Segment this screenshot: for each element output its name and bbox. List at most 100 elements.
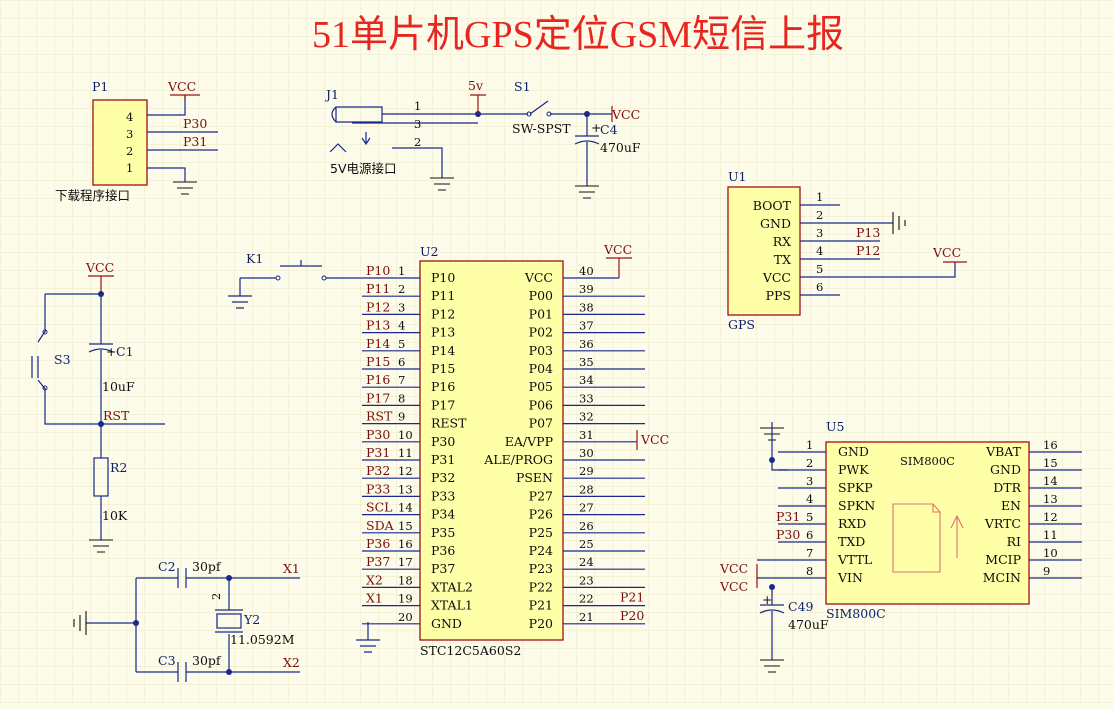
gsm-right-pin-number: 11 (1043, 528, 1058, 542)
mcu-vcc-label: VCC (603, 242, 632, 257)
schematic-title: 51单片机GPS定位GSM短信上报 (312, 14, 844, 56)
gps-pin-boot: BOOT (753, 198, 792, 213)
gsm-right-pin-name: RI (1007, 534, 1021, 549)
mcu-left-net: P36 (366, 536, 390, 551)
mcu-left-net: P10 (366, 263, 390, 278)
gps-ref: U1 (728, 169, 747, 184)
gsm-right-pin-number: 14 (1043, 474, 1058, 488)
mcu-left-net: P30 (366, 427, 390, 442)
mcu-right-pin-name: P22 (529, 579, 553, 594)
c1-value: 10uF (102, 379, 135, 394)
mcu-left-net: P37 (366, 554, 390, 569)
s1-ref: S1 (514, 79, 531, 94)
schematic-canvas: 51单片机GPS定位GSM短信上报 P1 4 3 2 1 VCC P30 P31… (0, 0, 1114, 704)
c3-value: 30pf (192, 653, 222, 668)
mcu-left-net: P31 (366, 445, 390, 460)
mcu-left-pin-number: 3 (398, 300, 405, 314)
mcu-left-pin-number: 11 (398, 446, 413, 460)
mcu-left-pin-name: P17 (431, 397, 455, 412)
v5-label: 5v (468, 78, 484, 93)
mcu-right-pin-name: P06 (529, 397, 553, 412)
mcu-right-pin-number: 30 (579, 446, 594, 460)
mcu-right-pin-name: P25 (529, 525, 553, 540)
s3-ref: S3 (54, 352, 71, 367)
gsm-ref: U5 (826, 419, 845, 434)
mcu-left-net: RST (366, 409, 393, 424)
mcu-left-pin-number: 2 (398, 282, 405, 296)
mcu-vcc31-label: VCC (640, 432, 669, 447)
power-vcc-label: VCC (611, 107, 640, 122)
gsm-left-pin-number: 5 (806, 510, 813, 524)
s1-type: SW-SPST (512, 121, 571, 136)
p1-ref: P1 (92, 79, 108, 94)
mcu-right-pin-number: 40 (579, 264, 594, 278)
mcu-right-pin-number: 39 (579, 282, 594, 296)
gsm-right-pin-number: 13 (1043, 492, 1058, 506)
gsm-left-pin-number: 7 (806, 546, 813, 560)
mcu-left-pin-number: 13 (398, 482, 413, 496)
mcu-left-pin-name: P16 (431, 379, 455, 394)
mcu-right-pin-name: ALE/PROG (483, 452, 553, 467)
gsm-right-pin-number: 10 (1043, 546, 1058, 560)
mcu-right-pin-number: 33 (579, 391, 594, 405)
mcu-left-net: P17 (366, 390, 390, 405)
gsm-right-pin-name: VBAT (985, 444, 1022, 459)
mcu-left-pin-name: P12 (431, 306, 455, 321)
mcu-right-pin-name: EA/VPP (505, 434, 553, 449)
mcu-right-pin-name: P03 (529, 343, 553, 358)
gsm-left-pin-name: RXD (838, 516, 866, 531)
crystal-junction-x1 (226, 575, 232, 581)
p1-pin-2: 2 (126, 144, 133, 158)
gsm-right-pin-number: 9 (1043, 564, 1050, 578)
mcu-left-pin-number: 4 (398, 319, 405, 333)
mcu-ref: U2 (420, 244, 439, 259)
mcu-right-pin-number: 36 (579, 337, 594, 351)
mcu-left-pin-number: 17 (398, 555, 413, 569)
gsm-left-pin-name: SPKP (838, 480, 873, 495)
mcu-left-pin-number: 19 (398, 592, 413, 606)
gsm-left-pin-name: VTTL (837, 552, 872, 567)
gsm-right-pin-name: MCIN (983, 570, 1021, 585)
mcu-left-pin-number: 6 (398, 355, 405, 369)
gsm-left-pin-name: TXD (838, 534, 865, 549)
mcu-right-pin-number: 28 (579, 482, 594, 496)
gsm-left-pin-number: 6 (806, 528, 813, 542)
reset-net-rst: RST (103, 408, 130, 423)
gsm-right-pin-name: GND (990, 462, 1021, 477)
mcu-right-pin-number: 26 (579, 519, 594, 533)
crystal-junction-x2 (226, 669, 232, 675)
gsm-name: SIM800C (826, 606, 886, 621)
gps-vcc-label: VCC (932, 245, 961, 260)
mcu-left-pin-number: 12 (398, 464, 413, 478)
k1-ref: K1 (246, 251, 263, 266)
gps-num-3: 3 (816, 226, 823, 240)
gps-num-5: 5 (816, 262, 823, 276)
mcu-right-pin-name: P04 (529, 361, 553, 376)
mcu-right-pin-name: P24 (529, 543, 553, 558)
p1-body (92, 99, 148, 186)
mcu-left-pin-name: XTAL1 (431, 598, 473, 613)
crystal-net-x2: X2 (283, 655, 300, 670)
y2-pin2: 2 (209, 593, 223, 600)
mcu-right-pin-name: P00 (529, 288, 553, 303)
mcu-right-pin-number: 29 (579, 464, 594, 478)
gps-pin-vcc: VCC (762, 270, 791, 285)
mcu-left-net: SDA (366, 518, 395, 533)
mcu-right-pin-name: P27 (529, 488, 553, 503)
schematic-diagram: 51单片机GPS定位GSM短信上报 P1 4 3 2 1 VCC P30 P31… (0, 0, 1114, 704)
mcu-left-pin-name: P31 (431, 452, 455, 467)
gsm-left-pin-name: GND (838, 444, 869, 459)
mcu-right-pin-number: 24 (579, 555, 594, 569)
mcu-left-pin-number: 18 (398, 573, 413, 587)
gsm-right-pin-name: DTR (993, 480, 1021, 495)
j1-pin-2: 2 (414, 135, 421, 149)
mcu-left-pin-name: P11 (431, 288, 455, 303)
mcu-right-pin-name: P21 (529, 598, 553, 613)
gsm-net-p30: P30 (776, 527, 800, 542)
mcu-left-pin-name: GND (431, 616, 462, 631)
crystal-net-x1: X1 (283, 561, 300, 576)
c2-value: 30pf (192, 559, 222, 574)
c3-ref: C3 (158, 653, 176, 668)
mcu-left-pin-name: P35 (431, 525, 455, 540)
mcu-left-pin-number: 5 (398, 337, 405, 351)
